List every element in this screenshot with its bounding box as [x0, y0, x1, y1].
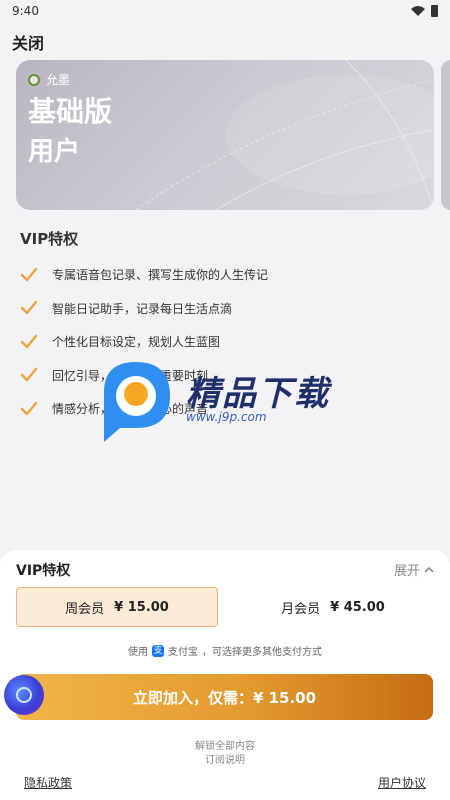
- pay-note-suffix: ，可选择更多其他支付方式: [202, 647, 322, 658]
- user-agreement-link[interactable]: 用户协议: [378, 774, 426, 791]
- benefit-text: 个性化目标设定，规划人生蓝图: [52, 335, 221, 350]
- join-button[interactable]: 立即加入，仅需：¥ 15.00: [16, 674, 433, 720]
- close-button[interactable]: 关闭: [12, 30, 44, 54]
- pay-note-prefix: 使用: [128, 647, 148, 658]
- privacy-policy-link[interactable]: 隐私政策: [24, 774, 72, 791]
- status-bar: 9:40: [0, 0, 450, 22]
- card-title: 基础版: [28, 95, 113, 128]
- next-plan-card[interactable]: [441, 60, 450, 210]
- check-icon: [20, 334, 38, 348]
- plan-price: ¥ 15.00: [114, 599, 169, 615]
- card-subtitle: 用户: [28, 137, 81, 167]
- card-brand: 允墨: [28, 71, 70, 88]
- subscription-note-link[interactable]: 订阅说明: [0, 751, 450, 766]
- watermark-title: 精品下载: [186, 374, 330, 414]
- brand-logo-icon: [28, 73, 40, 86]
- purchase-sheet: VIP特权 展开 周会员 ¥ 15.00 月会员 ¥ 45.00 使用 支 支付…: [0, 550, 450, 800]
- plan-label: 周会员: [65, 601, 105, 617]
- benefit-item: 专属语音包记录、撰写生成你的人生传记: [20, 258, 268, 292]
- alipay-icon: 支: [152, 644, 164, 657]
- status-icons: [411, 5, 438, 17]
- benefit-text: 专属语音包记录、撰写生成你的人生传记: [52, 268, 269, 283]
- watermark-logo-icon: [104, 362, 170, 442]
- plan-option-monthly[interactable]: 月会员 ¥ 45.00: [232, 587, 434, 627]
- check-icon: [20, 267, 38, 281]
- pay-method: 支付宝: [168, 647, 198, 658]
- expand-button[interactable]: 展开: [394, 560, 434, 579]
- battery-icon: [431, 5, 438, 17]
- status-time: 9:40: [12, 4, 39, 18]
- check-icon: [20, 368, 38, 382]
- chevron-up-icon: [424, 566, 434, 573]
- benefits-heading: VIP特权: [20, 230, 79, 248]
- wifi-icon: [411, 6, 425, 16]
- card-brand-name: 允墨: [46, 73, 71, 87]
- plan-price: ¥ 45.00: [330, 599, 385, 615]
- unlock-text: 解锁全部内容: [195, 741, 255, 752]
- benefit-item: 个性化目标设定，规划人生蓝图: [20, 325, 268, 359]
- check-icon: [20, 401, 38, 415]
- watermark-url: www.j9p.com: [186, 410, 267, 424]
- floating-assistant-icon[interactable]: [4, 675, 44, 715]
- check-icon: [20, 301, 38, 315]
- plan-label: 月会员: [281, 601, 321, 617]
- plan-card[interactable]: 允墨 基础版 用户: [16, 60, 434, 210]
- plan-option-weekly[interactable]: 周会员 ¥ 15.00: [16, 587, 218, 627]
- expand-label: 展开: [393, 564, 420, 579]
- benefit-text: 智能日记助手，记录每日生活点滴: [52, 301, 233, 316]
- payment-note: 使用 支 支付宝 ，可选择更多其他支付方式: [0, 643, 450, 658]
- sheet-title: VIP特权: [16, 563, 71, 579]
- benefit-item: 智能日记助手，记录每日生活点滴: [20, 292, 268, 326]
- watermark: 精品下载 www.j9p.com: [98, 358, 358, 442]
